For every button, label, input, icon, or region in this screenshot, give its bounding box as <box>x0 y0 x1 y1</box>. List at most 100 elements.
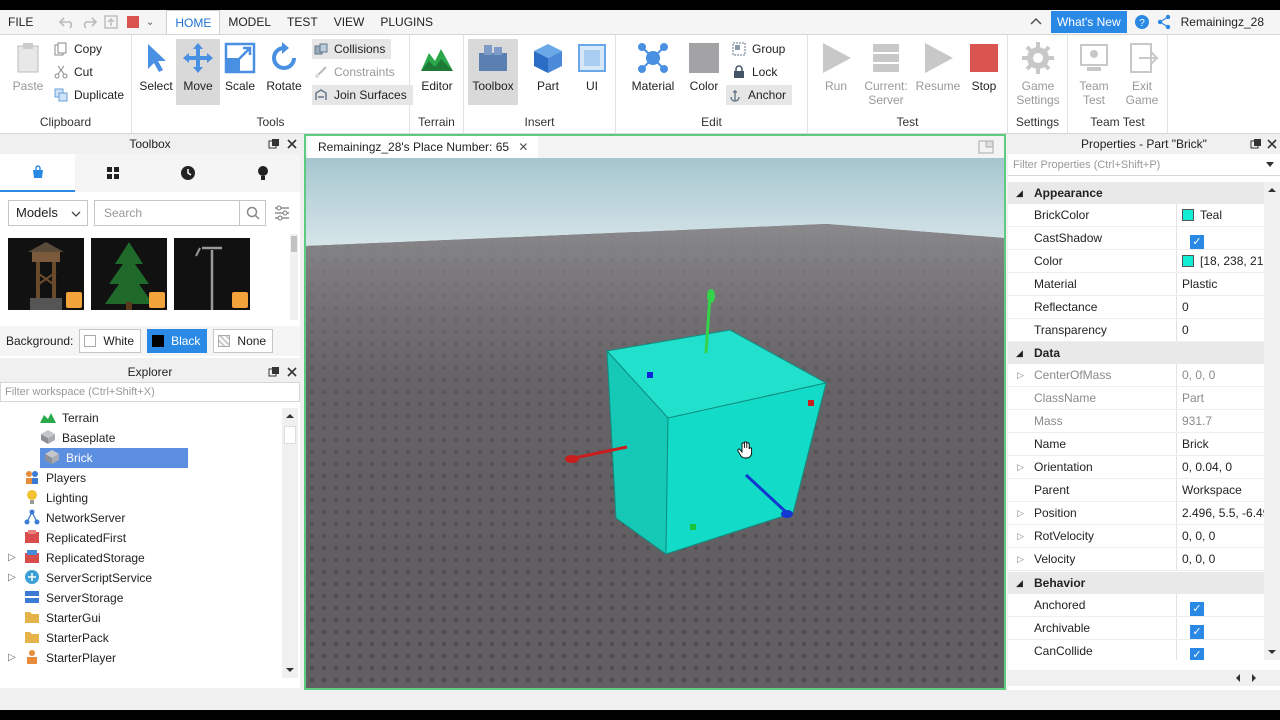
scale-button[interactable]: Scale <box>218 39 262 105</box>
prop-value[interactable]: ✓ <box>1180 617 1264 640</box>
resume-button[interactable]: Resume <box>914 39 962 105</box>
prop-value[interactable]: Workspace <box>1180 479 1264 502</box>
explorer-filter-input[interactable]: Filter workspace (Ctrl+Shift+X) <box>0 382 300 402</box>
checkbox-checked-icon[interactable]: ✓ <box>1190 648 1204 660</box>
model-thumbnail-watchtower[interactable] <box>8 238 84 310</box>
expand-arrow-icon[interactable]: ▷ <box>1017 456 1024 479</box>
prop-value[interactable]: 0, 0.04, 0 <box>1180 456 1264 479</box>
publish-icon[interactable] <box>103 14 119 30</box>
terrain-editor-button[interactable]: Editor <box>415 39 459 105</box>
toolbox-close-icon[interactable] <box>286 138 298 150</box>
prop-row-rotvelocity[interactable]: ▷ RotVelocity 0, 0, 0 <box>1008 525 1264 548</box>
help-icon[interactable]: ? <box>1134 14 1150 30</box>
stop-quick-icon[interactable] <box>125 14 141 30</box>
toolbox-search-button[interactable] <box>240 200 266 226</box>
explorer-undock-icon[interactable] <box>268 366 280 378</box>
exit-game-button[interactable]: Exit Game <box>1120 39 1164 107</box>
prop-row-anchored[interactable]: Anchored ✓ <box>1008 594 1264 617</box>
checkbox-checked-icon[interactable]: ✓ <box>1190 235 1204 249</box>
tab-recent[interactable] <box>150 154 225 192</box>
place-tab[interactable]: Remainingz_28's Place Number: 65 ✕ <box>308 136 539 158</box>
collisions-toggle[interactable]: Collisions <box>312 39 392 59</box>
filter-settings-icon[interactable] <box>272 203 292 223</box>
tree-item-lighting[interactable]: Lighting <box>24 488 88 508</box>
expand-arrow-icon[interactable]: ▷ <box>8 648 16 668</box>
tab-plugins[interactable]: PLUGINS <box>372 10 441 34</box>
background-white-option[interactable]: White <box>79 329 142 353</box>
expand-arrow-icon[interactable]: ▷ <box>1017 364 1024 387</box>
prop-value[interactable]: ✓ <box>1180 594 1264 617</box>
part-button[interactable]: Part <box>526 39 570 105</box>
duplicate-button[interactable]: Duplicate <box>52 85 124 105</box>
whats-new-button[interactable]: What's New <box>1050 11 1127 33</box>
toolbox-undock-icon[interactable] <box>268 138 280 150</box>
tree-item-brick[interactable]: Brick <box>40 448 188 468</box>
collapse-ribbon-icon[interactable] <box>1028 14 1044 30</box>
run-button[interactable]: Run <box>814 39 858 105</box>
prop-row-position[interactable]: ▷ Position 2.496, 5.5, -6.496 <box>1008 502 1264 525</box>
prop-value[interactable]: Teal <box>1180 204 1264 227</box>
customize-quick-access-icon[interactable] <box>147 14 157 30</box>
tab-inventory[interactable] <box>75 154 150 192</box>
tree-item-networkserver[interactable]: NetworkServer <box>24 508 125 528</box>
join-surfaces-toggle[interactable]: Join Surfaces <box>312 85 413 105</box>
scroll-down-icon[interactable] <box>1264 644 1280 660</box>
close-tab-icon[interactable]: ✕ <box>518 140 528 154</box>
prop-row-classname[interactable]: ClassName Part <box>1008 387 1264 410</box>
prop-value[interactable]: ✓ <box>1180 227 1264 250</box>
share-icon[interactable] <box>1156 14 1172 30</box>
user-name[interactable]: Remainingz_28 <box>1181 15 1264 29</box>
explorer-scrollbar[interactable] <box>282 408 298 678</box>
group-button[interactable]: Group <box>730 39 785 59</box>
category-data[interactable]: ◢ Data <box>1008 342 1264 364</box>
lock-button[interactable]: Lock <box>730 62 777 82</box>
background-none-option[interactable]: None <box>213 329 274 353</box>
prop-row-reflectance[interactable]: Reflectance 0 <box>1008 296 1264 319</box>
expand-arrow-icon[interactable]: ▷ <box>1017 548 1024 571</box>
expand-arrow-icon[interactable]: ▷ <box>1017 502 1024 525</box>
properties-filter-input[interactable]: Filter Properties (Ctrl+Shift+P) <box>1008 154 1280 176</box>
tab-test[interactable]: TEST <box>279 10 326 34</box>
prop-value[interactable]: 0 <box>1180 319 1264 342</box>
scroll-up-icon[interactable] <box>1264 182 1280 198</box>
tree-item-serverscriptservice[interactable]: ▷ ServerScriptService <box>4 568 152 588</box>
prop-row-brickcolor[interactable]: BrickColor Teal <box>1008 204 1264 227</box>
prop-row-centerofmass[interactable]: ▷ CenterOfMass 0, 0, 0 <box>1008 364 1264 387</box>
tab-marketplace[interactable] <box>0 154 75 192</box>
prop-row-archivable[interactable]: Archivable ✓ <box>1008 617 1264 640</box>
expand-arrow-icon[interactable]: ▷ <box>8 568 16 588</box>
prop-value[interactable]: Brick <box>1180 433 1264 456</box>
prop-row-orientation[interactable]: ▷ Orientation 0, 0.04, 0 <box>1008 456 1264 479</box>
scroll-up-icon[interactable] <box>282 408 298 424</box>
redo-icon[interactable] <box>81 14 98 30</box>
tree-item-players[interactable]: Players <box>24 468 86 488</box>
tree-item-serverstorage[interactable]: ServerStorage <box>24 588 123 608</box>
prop-row-transparency[interactable]: Transparency 0 <box>1008 319 1264 342</box>
prop-row-cancollide[interactable]: CanCollide ✓ <box>1008 640 1264 660</box>
cut-button[interactable]: Cut <box>52 62 93 82</box>
material-button[interactable]: Material <box>628 39 678 105</box>
properties-horizontal-scrollbar[interactable] <box>1008 670 1280 686</box>
explorer-close-icon[interactable] <box>286 366 298 378</box>
background-black-option[interactable]: Black <box>147 329 208 353</box>
toolbox-search-input[interactable] <box>94 200 240 226</box>
current-server-button[interactable]: Current: Server <box>862 39 910 107</box>
checkbox-checked-icon[interactable]: ✓ <box>1190 602 1204 616</box>
prop-value[interactable]: ✓ <box>1180 640 1264 660</box>
prop-value[interactable]: 0 <box>1180 296 1264 319</box>
properties-undock-icon[interactable] <box>1250 138 1262 150</box>
tab-model[interactable]: MODEL <box>220 10 279 34</box>
tree-item-starterpack[interactable]: StarterPack <box>24 628 109 648</box>
color-button[interactable]: Color <box>682 39 726 105</box>
prop-row-mass[interactable]: Mass 931.7 <box>1008 410 1264 433</box>
copy-button[interactable]: Copy <box>52 39 102 59</box>
undo-icon[interactable] <box>59 14 75 30</box>
scroll-down-icon[interactable] <box>282 662 298 678</box>
toolbox-button[interactable]: Toolbox <box>468 39 518 105</box>
prop-row-material[interactable]: Material Plastic <box>1008 273 1264 296</box>
constraints-toggle[interactable]: Constraints <box>312 62 395 82</box>
tab-view[interactable]: VIEW <box>326 10 373 34</box>
tree-item-terrain[interactable]: Terrain <box>40 408 99 428</box>
anchor-toggle[interactable]: Anchor <box>726 85 793 105</box>
3d-viewport[interactable] <box>306 158 1004 688</box>
